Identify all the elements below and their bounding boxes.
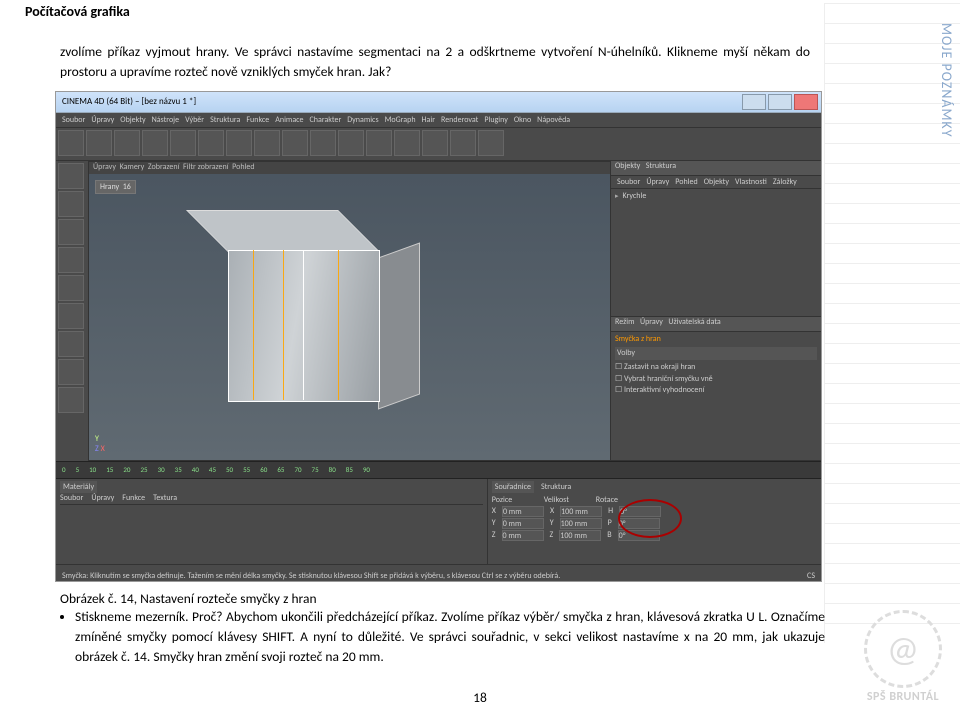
mode-button[interactable] — [58, 387, 84, 413]
object-item-cube[interactable]: Krychle — [615, 191, 817, 202]
menu-item[interactable]: MoGraph — [385, 115, 416, 125]
mode-button[interactable] — [58, 303, 84, 329]
bullet-item: Stiskneme mezerník. Proč? Abychom ukonči… — [75, 607, 825, 668]
tool-button[interactable] — [394, 130, 420, 156]
menu-item[interactable]: Funkce — [246, 115, 269, 125]
menu-item[interactable]: Renderovat — [441, 115, 478, 125]
menu-item[interactable]: Okno — [514, 115, 531, 125]
tool-button[interactable] — [478, 130, 504, 156]
mode-button[interactable] — [58, 247, 84, 273]
footer-logo: @ SPŠ BRUNTÁL — [864, 610, 942, 704]
close-button[interactable] — [794, 94, 818, 110]
status-text: Smyčka: Kliknutím se smyčka definuje. Ta… — [62, 571, 560, 581]
attr-group: Volby — [615, 347, 817, 360]
menu-item[interactable]: Úpravy — [91, 115, 114, 125]
tool-button[interactable] — [422, 130, 448, 156]
tab-structure[interactable]: Struktura — [646, 161, 676, 171]
object-label: Krychle — [623, 191, 647, 202]
viewport-badge: Hrany 16 — [95, 180, 136, 194]
menu-item[interactable]: Animace — [275, 115, 303, 125]
minimize-button[interactable] — [742, 94, 766, 110]
left-toolbar — [56, 161, 88, 461]
tool-button[interactable] — [282, 130, 308, 156]
axis-gizmo: Y Z X — [95, 434, 105, 454]
menu-item[interactable]: Hair — [422, 115, 435, 125]
attr-checkbox[interactable]: ☐ Vybrat hraniční smyčku vně — [615, 374, 817, 385]
menu-item[interactable]: Nástroje — [152, 115, 180, 125]
maximize-button[interactable] — [768, 94, 792, 110]
tool-button[interactable] — [450, 130, 476, 156]
tool-button[interactable] — [338, 130, 364, 156]
side-label: MOJE POZNÁMKY — [938, 23, 955, 138]
tool-button[interactable] — [170, 130, 196, 156]
mode-button[interactable] — [58, 163, 84, 189]
page-number: 18 — [25, 689, 935, 706]
menu-item[interactable]: Nápověda — [537, 115, 570, 125]
menu-item[interactable]: Výběr — [185, 115, 204, 125]
tool-button[interactable] — [366, 130, 392, 156]
edge-loop — [283, 250, 284, 400]
mode-button[interactable] — [58, 331, 84, 357]
status-lang: CS — [807, 571, 815, 581]
tool-button[interactable] — [254, 130, 280, 156]
window-titlebar: CINEMA 4D (64 Bit) – [bez názvu 1 *] — [56, 92, 821, 113]
tool-button[interactable] — [198, 130, 224, 156]
paragraph-1: zvolíme příkaz vyjmout hrany. Ve správci… — [60, 42, 810, 83]
viewport-3d[interactable]: Úpravy Kamery Zobrazení Filtr zobrazení … — [88, 161, 611, 461]
right-panels: Objekty Struktura Soubor Úpravy Pohled O… — [611, 161, 821, 461]
coord-z-pos[interactable]: 0 mm — [502, 530, 544, 541]
annotation-oval — [618, 499, 682, 538]
tab-objects[interactable]: Objekty — [615, 161, 640, 171]
coord-y-pos[interactable]: 0 mm — [502, 518, 544, 529]
edge-loop — [338, 250, 339, 400]
coord-x-size[interactable]: 100 mm — [560, 506, 602, 517]
attr-checkbox[interactable]: ☐ Zastavit na okraji hran — [615, 362, 817, 373]
menu-item[interactable]: Soubor — [62, 115, 85, 125]
viewport-menu: Úpravy Kamery Zobrazení Filtr zobrazení … — [89, 162, 610, 174]
tab-coords[interactable]: Souřadnice — [492, 481, 534, 493]
menu-item[interactable]: Struktura — [210, 115, 240, 125]
edge-loop — [253, 250, 254, 400]
tool-button[interactable] — [114, 130, 140, 156]
mode-button[interactable] — [58, 191, 84, 217]
menu-item[interactable]: Pluginy — [484, 115, 507, 125]
materials-panel: Materiály Soubor Úpravy Funkce Textura — [56, 479, 488, 564]
window-title: CINEMA 4D (64 Bit) – [bez názvu 1 *] — [62, 96, 196, 107]
coords-panel: Souřadnice Struktura Pozice Velikost Rot… — [488, 479, 821, 564]
coord-y-size[interactable]: 100 mm — [560, 518, 602, 529]
cube-mesh — [228, 210, 418, 400]
menu-item[interactable]: Dynamics — [347, 115, 378, 125]
menu-item[interactable]: Objekty — [120, 115, 145, 125]
bullet-list: Stiskneme mezerník. Proč? Abychom ukonči… — [43, 607, 825, 668]
tool-button[interactable] — [86, 130, 112, 156]
app-menubar: Soubor Úpravy Objekty Nástroje Výběr Str… — [56, 113, 821, 128]
status-bar: Smyčka: Kliknutím se smyčka definuje. Ta… — [56, 564, 821, 582]
main-toolbar — [56, 128, 821, 161]
figure-caption: Obrázek č. 14, Nastavení rozteče smyčky … — [60, 590, 935, 607]
mode-button[interactable] — [58, 359, 84, 385]
tool-button[interactable] — [310, 130, 336, 156]
coord-x-pos[interactable]: 0 mm — [502, 506, 544, 517]
mode-button[interactable] — [58, 275, 84, 301]
attr-title: Smyčka z hran — [615, 334, 817, 345]
mode-button[interactable] — [58, 219, 84, 245]
attr-checkbox[interactable]: ☐ Interaktivní vyhodnocení — [615, 385, 817, 396]
edge-loop — [303, 250, 304, 400]
menu-item[interactable]: Charakter — [310, 115, 342, 125]
tool-button[interactable] — [58, 130, 84, 156]
tool-button[interactable] — [142, 130, 168, 156]
logo-text: SPŠ BRUNTÁL — [864, 690, 942, 704]
tool-button[interactable] — [226, 130, 252, 156]
figure-screenshot: CINEMA 4D (64 Bit) – [bez názvu 1 *] Sou… — [55, 91, 822, 582]
tab-struct[interactable]: Struktura — [538, 481, 574, 493]
timeline[interactable]: 0 5 10 15 20 25 30 35 40 45 50 55 60 65 … — [56, 461, 821, 479]
doc-title: Počítačová grafika — [25, 3, 935, 20]
coord-z-size[interactable]: 100 mm — [559, 530, 601, 541]
tab-materials[interactable]: Materiály — [60, 481, 97, 493]
